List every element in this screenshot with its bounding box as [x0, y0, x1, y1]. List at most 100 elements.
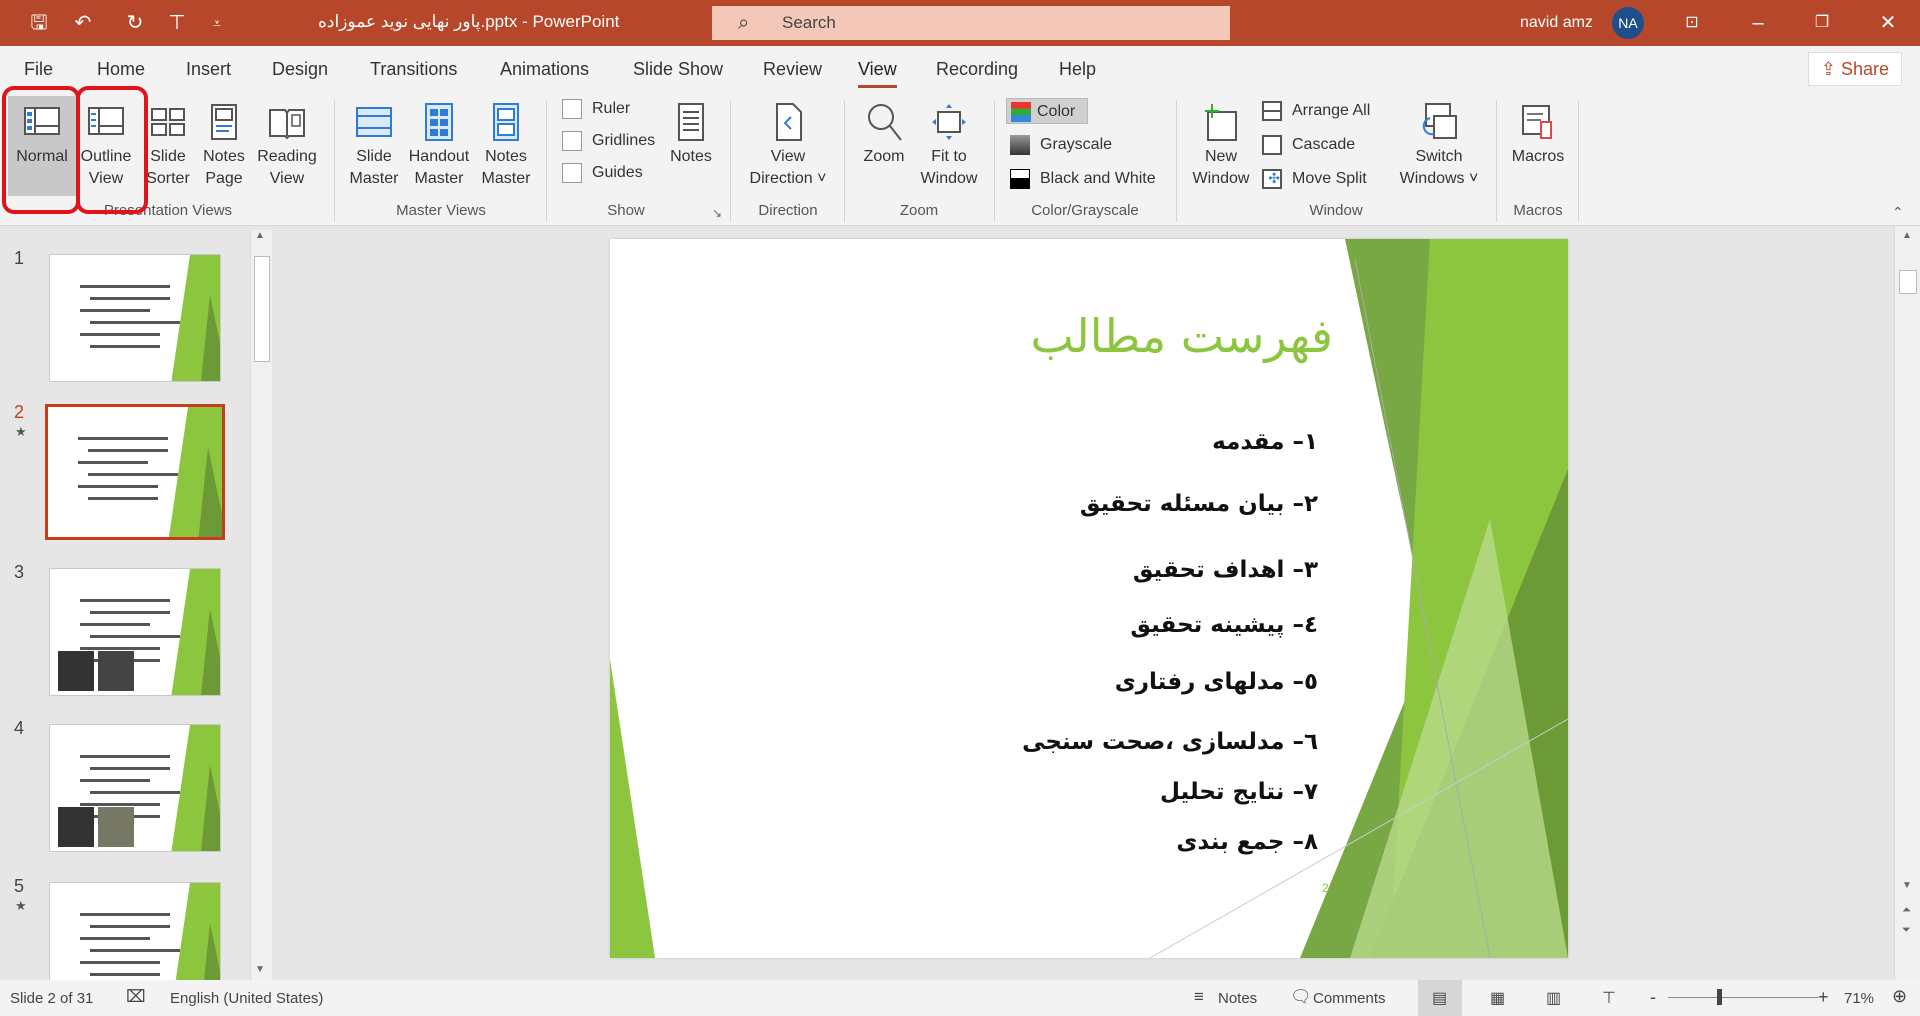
slide-master-button[interactable]: Slide Master: [344, 96, 404, 190]
notes-page-button[interactable]: Notes Page: [198, 96, 250, 190]
tab-file[interactable]: File: [24, 59, 53, 80]
tab-insert[interactable]: Insert: [186, 59, 231, 80]
tab-help[interactable]: Help: [1059, 59, 1096, 80]
move-split-button[interactable]: ✣ Move Split: [1262, 166, 1367, 192]
zoom-slider[interactable]: [1668, 997, 1818, 998]
direction-group-label: Direction: [758, 202, 818, 219]
reading-view-button[interactable]: Reading View: [254, 96, 320, 190]
fit-to-window-button[interactable]: Fit to Window: [914, 96, 984, 190]
thumbnail-number: 5: [14, 876, 25, 896]
handout-master-button[interactable]: Handout Master: [404, 96, 474, 190]
accessibility-icon[interactable]: ⌧: [126, 987, 146, 1007]
slide-thumbnail[interactable]: [49, 254, 221, 382]
ruler-checkbox[interactable]: Ruler: [562, 96, 630, 122]
reading-view-status-icon[interactable]: ▥: [1546, 988, 1561, 1008]
avatar[interactable]: NA: [1612, 7, 1644, 39]
tab-review[interactable]: Review: [763, 59, 822, 80]
fit-to-window-icon: [932, 104, 966, 140]
normal-view-status-icon[interactable]: ▤: [1432, 988, 1447, 1008]
slide-sorter-status-icon[interactable]: ▦: [1490, 988, 1505, 1008]
zoom-out-button[interactable]: -: [1650, 987, 1656, 1008]
switch-windows-label-2: Windows ˅: [1399, 170, 1479, 187]
tab-transitions[interactable]: Transitions: [370, 59, 457, 80]
tab-design[interactable]: Design: [272, 59, 328, 80]
thumbnail-scrollbar[interactable]: ▲ ▼: [250, 230, 272, 980]
macros-button[interactable]: Macros: [1506, 96, 1570, 168]
zoom-in-button[interactable]: +: [1818, 987, 1829, 1008]
next-slide-icon[interactable]: ⏷: [1902, 924, 1911, 937]
color-button[interactable]: Color: [1006, 98, 1088, 124]
comments-icon[interactable]: 🗨: [1290, 987, 1312, 1007]
guides-checkbox[interactable]: Guides: [562, 160, 643, 186]
arrange-all-button[interactable]: Arrange All: [1262, 98, 1370, 124]
tab-recording[interactable]: Recording: [936, 59, 1018, 80]
scroll-thumb[interactable]: [254, 256, 270, 362]
redo-icon[interactable]: ↻: [122, 10, 148, 36]
cascade-button[interactable]: Cascade: [1262, 132, 1355, 158]
search-box[interactable]: ⌕ Search: [712, 6, 1230, 40]
show-dialog-launcher-icon[interactable]: ↘: [712, 206, 722, 220]
scroll-down-icon[interactable]: ▼: [1902, 880, 1912, 891]
main-scrollbar[interactable]: ▲ ▼ ⏶ ⏷: [1894, 226, 1920, 980]
view-direction-button[interactable]: View Direction ˅: [740, 96, 836, 190]
slide-page-number: 2: [1322, 881, 1329, 895]
restore-icon[interactable]: ❐: [1802, 8, 1842, 38]
slide-canvas[interactable]: فهرست مطالب ۱– مقدمه ۲– بیان مسئله تحقیق…: [610, 239, 1568, 958]
move-split-label: Move Split: [1292, 170, 1367, 187]
separator: [1496, 100, 1497, 222]
collapse-ribbon-icon[interactable]: ⌃: [1892, 204, 1904, 221]
scroll-up-icon[interactable]: ▲: [255, 230, 265, 241]
slide-sorter-button[interactable]: Slide Sorter: [140, 96, 196, 190]
scroll-up-icon[interactable]: ▲: [1902, 230, 1912, 241]
gridlines-checkbox[interactable]: Gridlines: [562, 128, 655, 154]
zoom-level[interactable]: 71%: [1844, 990, 1874, 1007]
notes-master-button[interactable]: Notes Master: [474, 96, 538, 190]
notes-label: Notes: [670, 148, 712, 165]
slide-thumbnail[interactable]: [49, 568, 221, 696]
tab-animations[interactable]: Animations: [500, 59, 589, 80]
handout-master-label: Handout: [408, 148, 470, 165]
new-window-button[interactable]: New Window: [1186, 96, 1256, 190]
previous-slide-icon[interactable]: ⏶: [1902, 904, 1911, 917]
color-grayscale-group-label: Color/Grayscale: [1031, 202, 1139, 219]
minimize-icon[interactable]: –: [1738, 8, 1778, 38]
tab-slide-show[interactable]: Slide Show: [633, 59, 723, 80]
zoom-slider-thumb[interactable]: [1716, 989, 1722, 1005]
present-icon[interactable]: ⊤: [164, 10, 190, 36]
slide-master-label: Slide: [356, 148, 392, 165]
zoom-button[interactable]: Zoom: [854, 96, 914, 168]
ribbon-display-icon[interactable]: ⊡: [1672, 8, 1712, 38]
tab-view[interactable]: View: [858, 59, 897, 88]
thumbnail-preview: [78, 407, 222, 537]
user-name[interactable]: navid amz: [1520, 14, 1593, 32]
tab-home[interactable]: Home: [97, 59, 145, 80]
language[interactable]: English (United States): [170, 990, 323, 1007]
new-window-label-2: Window: [1192, 170, 1250, 187]
close-icon[interactable]: ✕: [1868, 8, 1908, 38]
notes-icon[interactable]: ≡: [1194, 987, 1204, 1007]
slide-show-status-icon[interactable]: ⊤: [1602, 988, 1616, 1008]
scroll-thumb[interactable]: [1899, 270, 1917, 294]
view-direction-label-2: Direction ˅: [749, 170, 827, 187]
grayscale-button[interactable]: Grayscale: [1010, 132, 1112, 158]
switch-windows-button[interactable]: Switch Windows ˅: [1394, 96, 1484, 190]
undo-icon[interactable]: ↶: [70, 10, 96, 36]
share-button[interactable]: ⇪ Share: [1808, 52, 1902, 86]
notes-toggle[interactable]: Notes: [1218, 990, 1257, 1007]
thumbnail-preview: [58, 725, 220, 851]
separator: [994, 100, 995, 222]
slide-thumbnail[interactable]: [49, 724, 221, 852]
notes-button[interactable]: Notes: [664, 96, 718, 168]
thumbnail-number: 3: [14, 562, 25, 582]
customize-toolbar-icon[interactable]: ⩡: [204, 10, 230, 36]
save-icon[interactable]: 🖫: [26, 10, 52, 36]
comments-toggle[interactable]: Comments: [1313, 990, 1386, 1007]
slide-thumbnail[interactable]: [45, 404, 225, 540]
fit-slide-icon[interactable]: ⊕: [1892, 986, 1907, 1007]
scroll-down-icon[interactable]: ▼: [255, 964, 265, 975]
toc-item: ٤– پیشینه تحقیق: [1130, 612, 1318, 638]
animation-star-icon: ★: [15, 898, 27, 913]
slide-master-label-2: Master: [349, 170, 399, 187]
black-and-white-button[interactable]: Black and White: [1010, 166, 1156, 192]
search-icon: ⌕: [738, 12, 750, 34]
